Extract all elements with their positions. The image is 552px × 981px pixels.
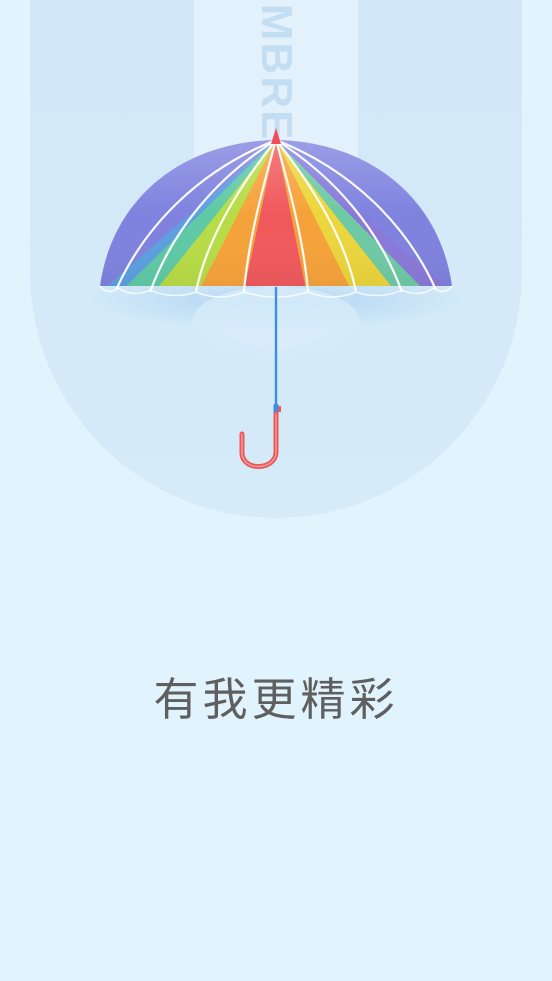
- rainbow-umbrella-icon: [86, 128, 466, 469]
- slogan-text: 有我更精彩: [153, 673, 399, 726]
- splash-screen: UMBRELLA 有我更精彩: [0, 0, 552, 981]
